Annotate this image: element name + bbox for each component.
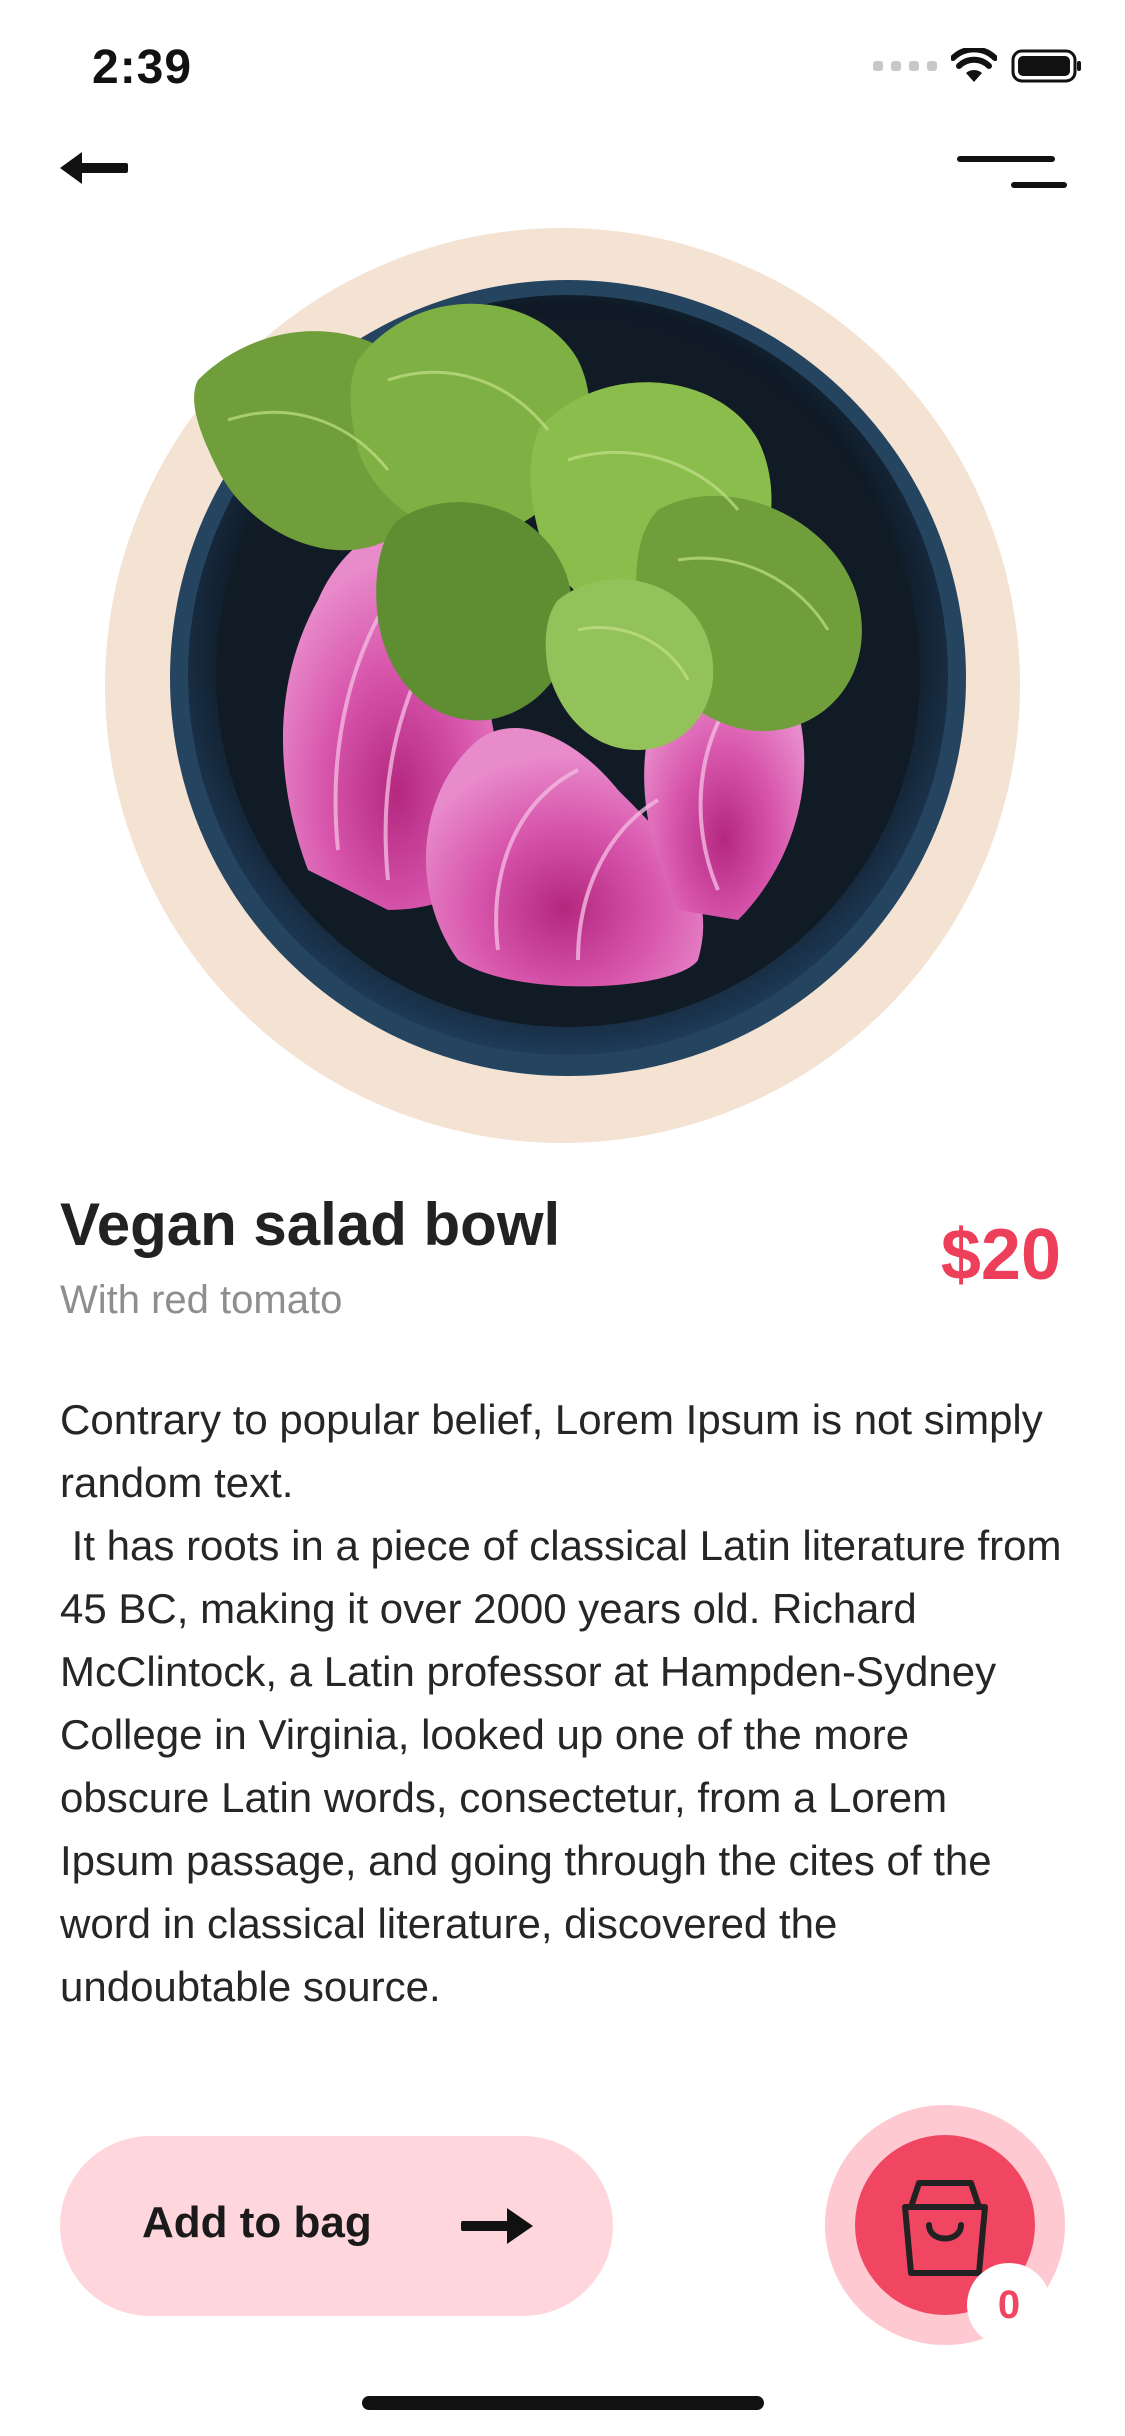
cart-button[interactable]: 0 xyxy=(825,2105,1065,2347)
product-subtitle: With red tomato xyxy=(60,1278,343,1322)
battery-icon xyxy=(1011,49,1081,83)
signal-dots-icon xyxy=(873,61,937,71)
product-price: $20 xyxy=(940,1215,1061,1295)
arrow-left-icon xyxy=(60,152,128,184)
salad-bowl-image xyxy=(158,270,968,1090)
wifi-icon xyxy=(951,48,997,82)
status-icons xyxy=(873,48,1083,84)
product-description: Contrary to popular belief, Lorem Ipsum … xyxy=(60,1396,1062,2010)
menu-button[interactable] xyxy=(957,146,1067,206)
add-to-bag-label: Add to bag xyxy=(142,2198,372,2247)
status-bar: 2:39 xyxy=(0,0,1125,140)
arrow-right-icon xyxy=(461,2208,533,2244)
back-button[interactable] xyxy=(58,148,138,208)
menu-icon xyxy=(957,156,1055,162)
cart-count-badge: 0 xyxy=(967,2263,1051,2347)
top-navigation xyxy=(0,140,1125,240)
shopping-bag-icon xyxy=(902,2180,988,2276)
product-title: Vegan salad bowl xyxy=(60,1191,561,1258)
home-indicator xyxy=(362,2396,764,2410)
add-to-bag-button[interactable]: Add to bag xyxy=(60,2136,613,2316)
status-time: 2:39 xyxy=(92,41,193,94)
